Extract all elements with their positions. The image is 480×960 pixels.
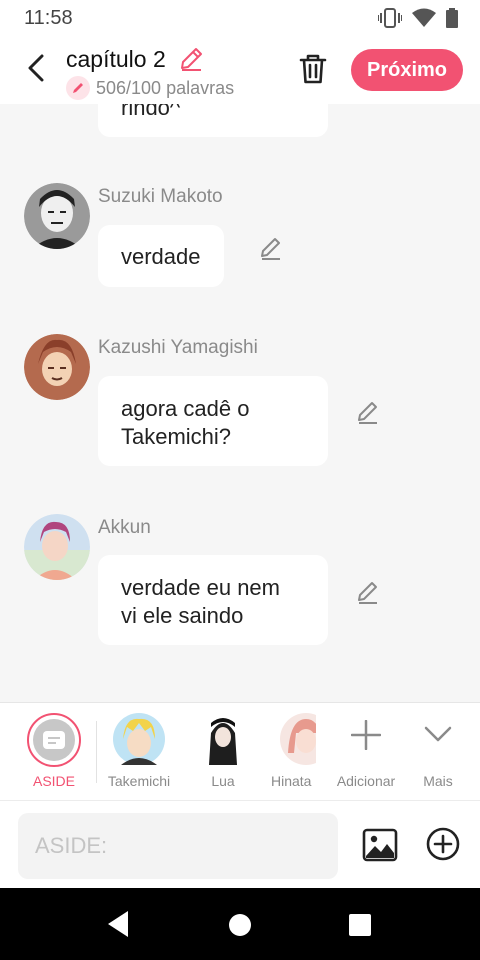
status-bar: 11:58 (0, 0, 480, 36)
next-button[interactable]: Próximo (351, 49, 463, 91)
vibrate-icon (378, 8, 402, 28)
message-text-line: Takemichi? (121, 424, 232, 449)
avatar[interactable] (24, 334, 90, 400)
nav-back-icon[interactable] (106, 910, 130, 938)
message-bubble[interactable]: verdade eu nem vi ele saindo (98, 555, 328, 645)
tray-divider (96, 721, 97, 783)
tray-label: Mais (423, 773, 453, 789)
edit-icon[interactable] (355, 580, 381, 606)
avatar[interactable] (24, 183, 90, 249)
message-bubble[interactable]: verdade (98, 225, 224, 287)
tray-label: Hinata (271, 773, 312, 789)
chevron-left-icon (28, 54, 44, 82)
composer-bar (0, 800, 480, 888)
plus-icon (351, 720, 381, 750)
image-icon[interactable] (362, 827, 398, 863)
edit-icon[interactable] (258, 236, 284, 262)
sender-name: Suzuki Makoto (98, 186, 223, 207)
pencil-icon[interactable] (178, 46, 204, 72)
tray-label: Lua (211, 773, 235, 789)
tray-label: ASIDE (32, 773, 75, 789)
chapter-title[interactable]: capítulo 2 (66, 46, 166, 73)
aside-character[interactable]: ASIDE (24, 703, 84, 801)
add-character-button[interactable]: Adicionar (332, 703, 400, 801)
nav-home-icon[interactable] (229, 914, 251, 936)
battery-icon (446, 8, 458, 28)
message-text-line: verdade eu nem (121, 575, 280, 600)
sender-name: Kazushi Yamagishi (98, 337, 258, 358)
nav-recents-icon[interactable] (349, 914, 371, 936)
character-hinata[interactable]: Hinata (266, 703, 316, 801)
message-input[interactable] (18, 813, 338, 879)
character-takemichi[interactable]: Takemichi (104, 703, 174, 801)
aside-icon (27, 713, 81, 767)
avatar (280, 713, 316, 765)
avatar (197, 713, 249, 765)
avatar (113, 713, 165, 765)
character-tray: ASIDE Takemichi Lua Hinata Adicionar Mai… (0, 702, 480, 800)
message-bubble[interactable]: rindo^ (98, 104, 328, 137)
message-text-line: vi ele saindo (121, 603, 244, 628)
character-lua[interactable]: Lua (194, 703, 252, 801)
system-nav-bar (0, 888, 480, 960)
trash-icon[interactable] (296, 52, 330, 86)
chevron-down-icon (424, 726, 452, 742)
message-bubble[interactable]: agora cadê o Takemichi? (98, 376, 328, 466)
tray-label: Takemichi (107, 773, 171, 789)
chat-area[interactable]: rindo^ Suzuki Makoto verdade Kazushi Yam… (0, 104, 480, 702)
editor-header: capítulo 2 506/100 palavras Próximo (0, 36, 480, 104)
avatar[interactable] (24, 514, 90, 580)
pencil-badge-icon (66, 76, 90, 100)
message-text-line: agora cadê o (121, 396, 250, 421)
word-count: 506/100 palavras (96, 78, 235, 98)
sender-name: Akkun (98, 517, 151, 538)
clock: 11:58 (24, 7, 73, 29)
message-text: verdade (121, 244, 201, 269)
add-circle-icon[interactable] (426, 827, 460, 861)
message-text: rindo^ (121, 104, 181, 120)
back-button[interactable] (18, 50, 54, 86)
status-icons (378, 8, 458, 28)
more-button[interactable]: Mais (414, 703, 462, 801)
tray-label: Adicionar (336, 773, 396, 789)
wifi-icon (412, 8, 436, 27)
edit-icon[interactable] (355, 400, 381, 426)
